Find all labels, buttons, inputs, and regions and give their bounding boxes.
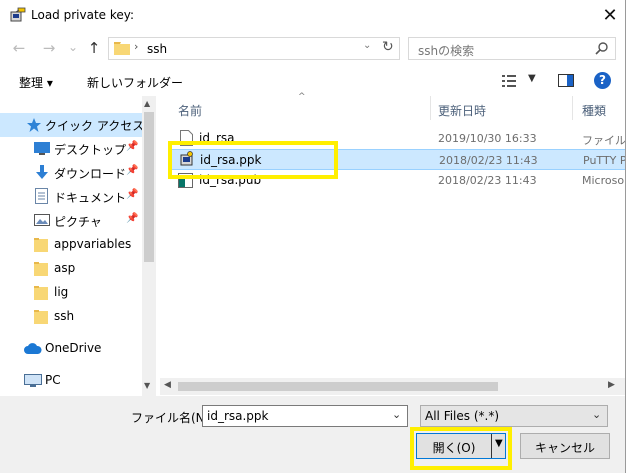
window-title: Load private key:	[31, 8, 135, 22]
filename-value: id_rsa.ppk	[207, 409, 269, 423]
chevron-right-icon: ›	[134, 40, 139, 53]
sidebar-item-label: lig	[54, 285, 69, 299]
help-icon[interactable]: ?	[594, 72, 611, 89]
view-dropdown-icon[interactable]: ▼	[528, 73, 536, 84]
filetype-select[interactable]: All Files (*.*) ⌄	[420, 405, 608, 427]
search-box[interactable]: sshの検索	[408, 37, 616, 60]
file-date: 2018/02/23 11:43	[439, 154, 538, 167]
pin-icon: 📌	[126, 213, 139, 224]
sidebar-item-documents[interactable]: ドキュメント 📌	[0, 185, 142, 209]
sidebar-item-quick-access[interactable]: クイック アクセス	[0, 113, 145, 137]
address-path: ssh	[147, 42, 168, 56]
sidebar-item-label: appvariables	[54, 237, 132, 251]
file-date: 2018/02/23 11:43	[438, 174, 537, 187]
file-highlight-annotation	[168, 141, 338, 179]
address-bar[interactable]: › ssh ⌄ ↻	[108, 37, 400, 60]
recent-locations-icon[interactable]: ⌄	[64, 38, 82, 56]
filename-input[interactable]: id_rsa.ppk ⌄	[202, 405, 408, 427]
computer-icon	[24, 374, 42, 387]
putty-app-icon	[10, 7, 26, 22]
cloud-icon	[24, 343, 42, 354]
title-bar: Load private key: ✕	[0, 0, 626, 32]
column-header-type[interactable]: 種類	[582, 102, 606, 119]
column-header-name[interactable]: 名前	[178, 102, 202, 119]
scroll-right-icon[interactable]: ▶	[608, 380, 615, 390]
sidebar-item-label: ssh	[54, 309, 75, 323]
sidebar-item-lig[interactable]: lig	[0, 281, 142, 305]
horizontal-scroll-thumb[interactable]	[178, 382, 498, 391]
file-type: Microso	[582, 174, 625, 187]
split-divider	[491, 434, 492, 458]
search-icon	[595, 42, 608, 55]
cancel-button-label: キャンセル	[534, 441, 595, 455]
sidebar-item-asp[interactable]: asp	[0, 257, 142, 281]
sidebar-item-label: PC	[45, 373, 61, 387]
sidebar-item-pictures[interactable]: ピクチャ 📌	[0, 209, 142, 233]
folder-icon	[34, 310, 48, 324]
organize-button[interactable]: 整理 ▾	[19, 74, 53, 91]
pictures-icon	[34, 214, 50, 226]
file-type: ファイル	[582, 134, 626, 147]
sidebar-item-label: ダウンロード	[54, 167, 127, 181]
sidebar-item-label: ドキュメント	[54, 191, 127, 205]
column-divider[interactable]	[572, 96, 573, 120]
scroll-up-icon[interactable]: ▲	[144, 99, 150, 108]
refresh-icon[interactable]: ↻	[382, 39, 394, 55]
search-input[interactable]: sshの検索	[418, 42, 474, 59]
document-icon	[35, 188, 48, 204]
open-dropdown-icon[interactable]: ▼	[495, 438, 503, 449]
column-divider[interactable]	[430, 96, 431, 120]
close-icon[interactable]: ✕	[600, 6, 620, 26]
file-list-header: 名前 ^ 更新日時 種類	[168, 92, 626, 120]
navigation-pane: クイック アクセス デスクトップ 📌 ダウンロード 📌 ドキュメント 📌 ピクチ…	[0, 96, 156, 396]
star-icon	[27, 118, 41, 132]
filetype-value: All Files (*.*)	[425, 409, 500, 423]
sidebar-item-label: OneDrive	[45, 341, 102, 355]
sidebar-scroll-thumb[interactable]	[144, 112, 154, 262]
folder-icon	[34, 262, 48, 276]
chevron-down-icon[interactable]: ⌄	[363, 40, 371, 51]
sidebar-item-label: asp	[54, 261, 76, 275]
open-button[interactable]: 開く(O)	[417, 439, 491, 456]
column-header-date[interactable]: 更新日時	[438, 102, 486, 119]
preview-pane-icon[interactable]	[558, 74, 574, 87]
sidebar-item-label: デスクトップ	[54, 143, 127, 157]
sidebar-item-pc[interactable]: PC	[0, 369, 142, 393]
folder-icon	[114, 42, 130, 55]
desktop-icon	[34, 142, 50, 155]
sidebar-item-label: クイック アクセス	[45, 119, 145, 133]
forward-arrow-icon[interactable]: →	[40, 39, 58, 57]
view-options-icon[interactable]	[502, 75, 520, 87]
file-type: PuTTY P	[583, 154, 626, 167]
chevron-down-icon[interactable]: ⌄	[592, 408, 601, 421]
chevron-down-icon[interactable]: ⌄	[392, 408, 401, 421]
back-arrow-icon[interactable]: ←	[10, 39, 28, 57]
sidebar-item-desktop[interactable]: デスクトップ 📌	[0, 137, 142, 161]
sidebar-item-onedrive[interactable]: OneDrive	[0, 337, 142, 361]
pin-icon: 📌	[126, 189, 139, 200]
file-date: 2019/10/30 16:33	[438, 132, 537, 145]
pin-icon: 📌	[126, 165, 139, 176]
sidebar-item-ssh[interactable]: ssh	[0, 305, 142, 329]
up-arrow-icon[interactable]: ↑	[85, 39, 103, 57]
folder-icon	[34, 238, 48, 252]
pin-icon: 📌	[126, 141, 139, 152]
sidebar-item-appvariables[interactable]: appvariables	[0, 233, 142, 257]
sidebar-item-downloads[interactable]: ダウンロード 📌	[0, 161, 142, 185]
open-button-group: 開く(O) ▼	[416, 433, 506, 459]
folder-icon	[34, 286, 48, 300]
new-folder-button[interactable]: 新しいフォルダー	[87, 74, 183, 91]
sidebar-item-label: ピクチャ	[54, 215, 102, 229]
scroll-left-icon[interactable]: ◀	[164, 380, 171, 390]
download-icon	[36, 165, 48, 179]
toolbar: 整理 ▾ 新しいフォルダー ▼	[0, 66, 626, 96]
cancel-button[interactable]: キャンセル	[520, 433, 610, 459]
sort-ascending-icon: ^	[298, 92, 306, 102]
scroll-down-icon[interactable]: ▼	[144, 381, 150, 390]
